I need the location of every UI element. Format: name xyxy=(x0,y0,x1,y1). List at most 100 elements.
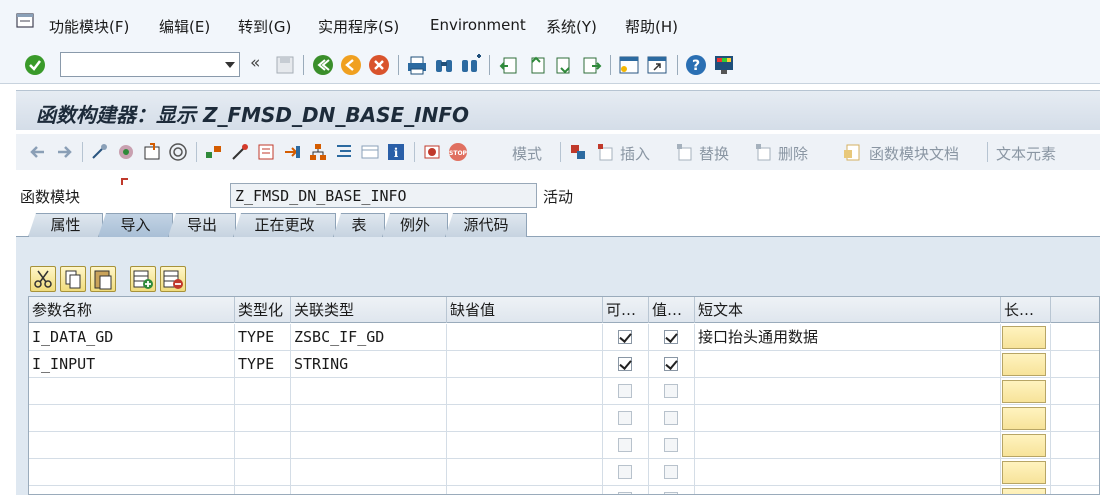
cut-button[interactable] xyxy=(30,266,56,292)
paste-button[interactable] xyxy=(90,266,116,292)
tab-import[interactable]: 导入 xyxy=(98,213,173,237)
menu-system[interactable]: 系统(Y) xyxy=(546,16,597,37)
function-module-field[interactable]: Z_FMSD_DN_BASE_INFO xyxy=(230,183,537,208)
optional-checkbox[interactable] xyxy=(618,330,632,344)
object-list-icon[interactable] xyxy=(256,142,276,162)
insert-icon[interactable] xyxy=(596,142,616,162)
column-header-default[interactable]: 缺省值 xyxy=(447,297,603,323)
cell-typing[interactable]: TYPE xyxy=(235,324,291,351)
cell-associated-type[interactable]: ZSBC_IF_GD xyxy=(291,324,447,351)
column-header-pass-value[interactable]: 值… xyxy=(649,297,695,323)
menu-edit[interactable]: 编辑(E) xyxy=(159,16,210,37)
long-text-button[interactable] xyxy=(1002,326,1046,349)
long-text-button[interactable] xyxy=(1002,380,1046,403)
test-icon[interactable] xyxy=(204,142,224,162)
hierarchy-icon[interactable] xyxy=(308,142,328,162)
help-icon[interactable]: ? xyxy=(685,54,707,76)
column-header-associated-type[interactable]: 关联类型 xyxy=(291,297,447,323)
cell-short-text[interactable] xyxy=(695,405,1001,432)
stop-icon[interactable]: STOP xyxy=(448,142,468,162)
optional-checkbox[interactable] xyxy=(618,357,632,371)
menu-help[interactable]: 帮助(H) xyxy=(625,16,678,37)
activate-icon[interactable] xyxy=(142,142,162,162)
cell-default-value[interactable] xyxy=(447,486,603,494)
cell-default-value[interactable] xyxy=(447,405,603,432)
customize-icon[interactable] xyxy=(713,54,735,76)
pass-value-checkbox[interactable] xyxy=(664,330,678,344)
cell-typing[interactable] xyxy=(235,378,291,405)
cell-typing[interactable] xyxy=(235,459,291,486)
cell-associated-type[interactable] xyxy=(291,405,447,432)
cell-typing[interactable] xyxy=(235,432,291,459)
function-module-docu-button[interactable]: 函数模块文档 xyxy=(869,143,959,164)
window-menu-icon[interactable] xyxy=(16,13,34,29)
find-next-icon[interactable] xyxy=(460,54,482,76)
column-header-short-text[interactable]: 短文本 xyxy=(695,297,1001,323)
pass-value-checkbox[interactable] xyxy=(664,357,678,371)
block-icon[interactable] xyxy=(568,142,588,162)
menu-environment[interactable]: Environment xyxy=(430,16,526,34)
menu-goto[interactable]: 转到(G) xyxy=(238,16,291,37)
delete-button[interactable]: 删除 xyxy=(778,143,808,164)
info-icon[interactable]: i xyxy=(386,142,406,162)
last-page-icon[interactable] xyxy=(580,54,602,76)
cell-associated-type[interactable] xyxy=(291,459,447,486)
tab-export[interactable]: 导出 xyxy=(168,213,236,237)
enter-icon[interactable] xyxy=(24,54,46,76)
cell-param-name[interactable] xyxy=(29,459,235,486)
arrow-right-icon[interactable] xyxy=(54,142,74,162)
cell-param-name[interactable] xyxy=(29,432,235,459)
pass-value-checkbox[interactable] xyxy=(664,411,678,425)
cell-default-value[interactable] xyxy=(447,432,603,459)
cell-associated-type[interactable]: STRING xyxy=(291,351,447,378)
navigation-icon[interactable] xyxy=(282,142,302,162)
back-icon[interactable] xyxy=(312,54,334,76)
cell-param-name[interactable]: I_DATA_GD xyxy=(29,324,235,351)
optional-checkbox[interactable] xyxy=(618,465,632,479)
tab-tables[interactable]: 表 xyxy=(333,213,385,237)
save-icon[interactable] xyxy=(274,54,296,76)
cell-short-text[interactable] xyxy=(695,351,1001,378)
long-text-button[interactable] xyxy=(1002,407,1046,430)
optional-checkbox[interactable] xyxy=(618,384,632,398)
pass-value-checkbox[interactable] xyxy=(664,465,678,479)
print-icon[interactable] xyxy=(406,54,428,76)
cell-typing[interactable] xyxy=(235,405,291,432)
replace-icon[interactable] xyxy=(675,142,695,162)
chevron-down-icon[interactable] xyxy=(225,62,235,68)
other-object-icon[interactable] xyxy=(90,142,110,162)
optional-checkbox[interactable] xyxy=(618,438,632,452)
insert-row-button[interactable] xyxy=(130,266,156,292)
long-text-button[interactable] xyxy=(1002,461,1046,484)
column-header-name[interactable]: 参数名称 xyxy=(29,297,235,323)
cell-typing[interactable] xyxy=(235,486,291,494)
long-text-button[interactable] xyxy=(1002,488,1046,494)
tab-exceptions[interactable]: 例外 xyxy=(382,213,448,237)
column-header-long-text[interactable]: 长… xyxy=(1001,297,1051,323)
tab-changing[interactable]: 正在更改 xyxy=(233,213,336,237)
insert-button[interactable]: 插入 xyxy=(620,143,650,164)
cell-default-value[interactable] xyxy=(447,459,603,486)
toggle-display-change-icon[interactable] xyxy=(116,142,136,162)
documentation-icon[interactable] xyxy=(842,142,862,162)
display-object-list-icon[interactable] xyxy=(360,142,380,162)
cell-short-text[interactable] xyxy=(695,459,1001,486)
command-field[interactable] xyxy=(60,52,240,77)
delete-icon[interactable] xyxy=(754,142,774,162)
menu-utilities[interactable]: 实用程序(S) xyxy=(318,16,399,37)
cell-param-name[interactable]: I_INPUT xyxy=(29,351,235,378)
breakpoint-session-icon[interactable] xyxy=(422,142,442,162)
prev-page-icon[interactable] xyxy=(526,54,548,76)
arrow-left-icon[interactable] xyxy=(28,142,48,162)
menu-function-module[interactable]: 功能模块(F) xyxy=(49,16,129,37)
tab-attributes[interactable]: 属性 xyxy=(28,213,103,237)
tab-source-code[interactable]: 源代码 xyxy=(445,213,527,237)
cell-short-text[interactable] xyxy=(695,378,1001,405)
exit-icon[interactable] xyxy=(340,54,362,76)
optional-checkbox[interactable] xyxy=(618,411,632,425)
column-header-typing[interactable]: 类型化 xyxy=(235,297,291,323)
pass-value-checkbox[interactable] xyxy=(664,438,678,452)
debug-wand-icon[interactable] xyxy=(230,142,250,162)
cell-associated-type[interactable] xyxy=(291,432,447,459)
pretty-printer-icon[interactable] xyxy=(334,142,354,162)
